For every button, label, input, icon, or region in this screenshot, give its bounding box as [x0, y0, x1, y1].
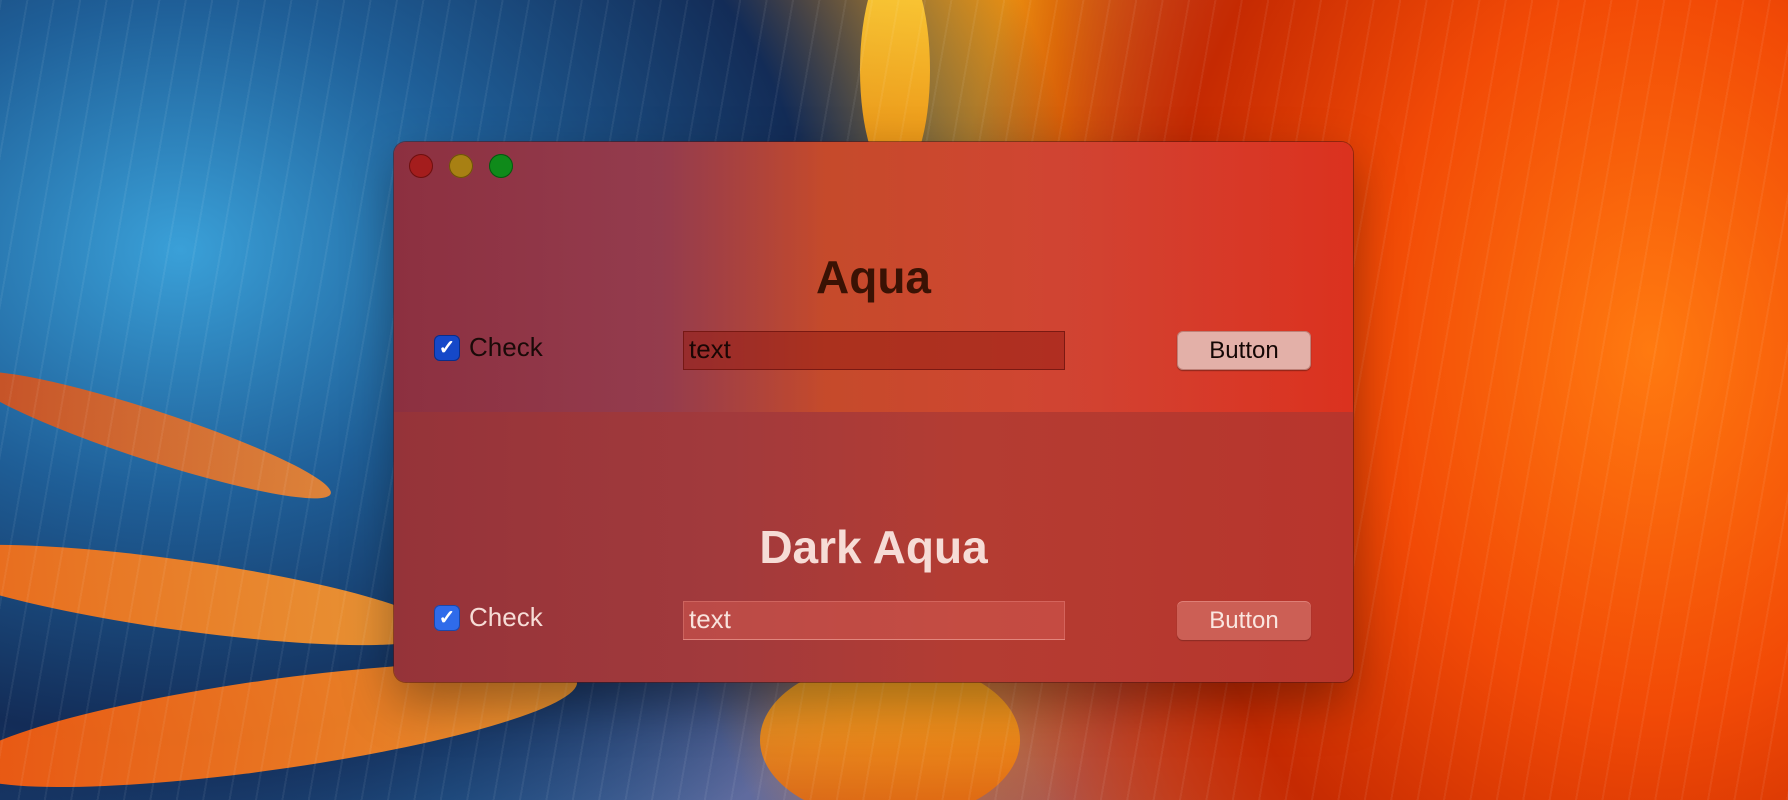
aqua-button[interactable]: Button: [1177, 331, 1311, 370]
close-window-icon[interactable]: [409, 154, 433, 178]
dark-aqua-checkbox-label: Check: [469, 602, 543, 632]
wallpaper-streak: [0, 524, 443, 666]
checkmark-icon: ✓: [438, 337, 456, 359]
wallpaper-streak: [0, 352, 339, 518]
aqua-checkbox-label: Check: [469, 332, 543, 362]
dark-aqua-check-control[interactable]: ✓ Check: [434, 602, 543, 633]
dark-aqua-checkbox[interactable]: ✓: [434, 604, 460, 631]
aqua-title: Aqua: [816, 251, 931, 303]
dark-aqua-button[interactable]: Button: [1177, 601, 1311, 640]
maximize-window-icon[interactable]: [489, 154, 513, 178]
minimize-window-icon[interactable]: [449, 154, 473, 178]
aqua-text-field[interactable]: text: [683, 331, 1065, 370]
desktop-wallpaper: Aqua ✓ Check text Button Dark Aqua ✓ Che…: [0, 0, 1788, 800]
app-window: Aqua ✓ Check text Button Dark Aqua ✓ Che…: [394, 142, 1353, 682]
dark-aqua-text-field[interactable]: text: [683, 601, 1065, 640]
aqua-check-control[interactable]: ✓ Check: [434, 332, 543, 363]
dark-aqua-title: Dark Aqua: [759, 521, 988, 573]
checkmark-icon: ✓: [438, 607, 456, 629]
aqua-checkbox[interactable]: ✓: [434, 334, 460, 361]
